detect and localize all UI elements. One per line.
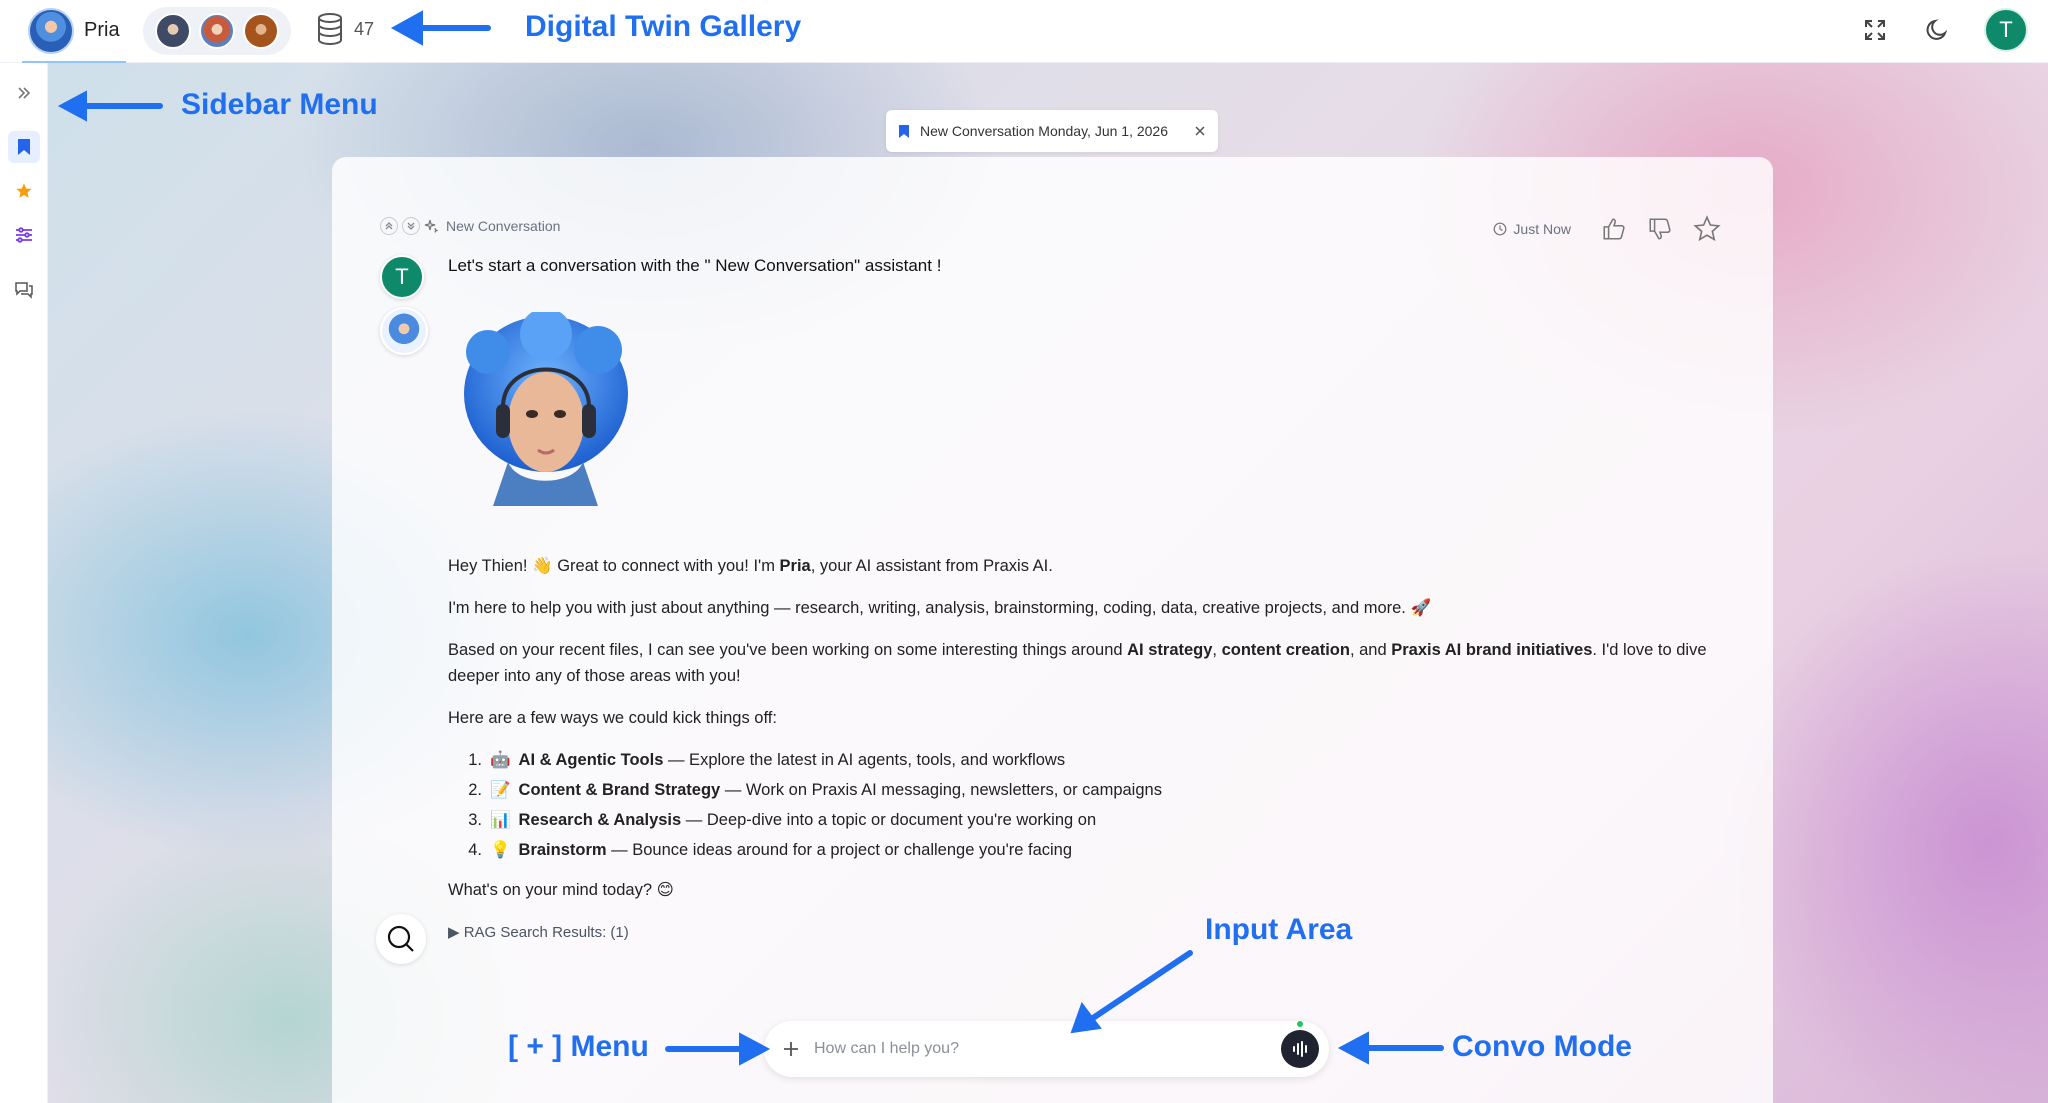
search-icon <box>387 925 414 952</box>
moon-icon <box>1926 19 1948 40</box>
sidebar-item-settings[interactable] <box>8 219 40 251</box>
star-icon[interactable] <box>1693 215 1721 243</box>
annotation-input-area: Input Area <box>1205 913 1353 946</box>
chat-icon <box>15 282 33 299</box>
chevron-down-icon <box>407 222 415 230</box>
annotation-plus-menu: [ + ] Menu <box>508 1030 649 1063</box>
close-icon[interactable] <box>1194 125 1206 137</box>
assistant-avatar <box>380 307 428 355</box>
message-time: Just Now <box>1493 221 1571 237</box>
user-message-avatar: T <box>380 255 424 299</box>
sidebar-item-favorites[interactable] <box>8 175 40 207</box>
sliders-icon <box>16 227 32 243</box>
chevron-up-icon <box>385 222 393 230</box>
sidebar-item-conversations[interactable] <box>8 274 40 306</box>
pria-avatar <box>28 7 74 54</box>
twin-thumbnail[interactable] <box>243 13 279 49</box>
assistant-portrait-image <box>464 312 628 506</box>
database-icon <box>318 13 342 46</box>
input-area <box>764 1021 1329 1077</box>
annotation-digital-twin-gallery: Digital Twin Gallery <box>525 10 802 43</box>
data-sources-button[interactable]: 47 <box>316 12 374 46</box>
top-bar: Pria 47 T <box>0 0 2048 63</box>
reply-greeting: Hey Thien! 👋 Great to connect with you! … <box>448 557 1053 575</box>
star-icon <box>16 183 32 198</box>
reply-options: 1. 🤖 AI & Agentic Tools — Explore the late… <box>448 745 1708 865</box>
annotation-sidebar-menu: Sidebar Menu <box>181 88 378 121</box>
sidebar-menu <box>0 63 48 1103</box>
chat-panel: New Conversation Just Now T Let's start … <box>332 157 1773 1103</box>
dark-mode-toggle[interactable] <box>1922 15 1952 45</box>
conversation-title: New Conversation <box>446 218 561 234</box>
message-input[interactable] <box>814 1040 1267 1058</box>
fullscreen-button[interactable] <box>1860 15 1890 45</box>
expand-icon <box>18 87 31 99</box>
reply-intro: Here are a few ways we could kick things… <box>448 709 777 727</box>
twin-thumbnail[interactable] <box>155 13 191 49</box>
thumbs-up-icon[interactable] <box>1601 216 1627 242</box>
plus-icon[interactable] <box>782 1040 800 1058</box>
user-message: Let's start a conversation with the " Ne… <box>448 256 942 275</box>
reply-closing: What's on your mind today? 😊 <box>448 881 674 899</box>
conversation-tab-label: New Conversation Monday, Jun 1, 2026 <box>920 123 1168 139</box>
reply-files: Based on your recent files, I can see yo… <box>448 641 1707 685</box>
scroll-up-button[interactable] <box>380 217 398 235</box>
reply-help: I'm here to help you with just about any… <box>448 599 1432 617</box>
sidebar-item-bookmarks[interactable] <box>8 131 40 163</box>
clock-icon <box>1494 222 1507 236</box>
twin-thumbnail[interactable] <box>199 13 235 49</box>
digital-twin-gallery[interactable] <box>143 7 291 55</box>
annotation-convo-mode: Convo Mode <box>1452 1030 1632 1063</box>
rag-search-button[interactable] <box>376 914 426 964</box>
active-twin-name: Pria <box>84 19 120 41</box>
live-indicator <box>1297 1021 1303 1027</box>
bookmark-icon <box>18 139 30 155</box>
assistant-reply: Hey Thien! 👋 Great to connect with you! … <box>448 553 1708 919</box>
conversation-tab[interactable]: New Conversation Monday, Jun 1, 2026 <box>886 110 1218 152</box>
thumbs-down-icon[interactable] <box>1647 216 1673 242</box>
list-item: 4. 💡 Brainstorm — Bounce ideas around for … <box>468 841 1073 859</box>
data-count: 47 <box>354 18 375 39</box>
audio-wave-icon <box>1293 1041 1307 1057</box>
bookmark-icon <box>899 124 909 138</box>
sparkle-icon <box>424 219 438 233</box>
convo-mode-button[interactable] <box>1281 1021 1319 1068</box>
active-twin[interactable]: Pria <box>22 0 126 63</box>
scroll-down-button[interactable] <box>402 217 420 235</box>
sidebar-expand-button[interactable] <box>8 77 40 109</box>
user-avatar[interactable]: T <box>1984 8 2028 52</box>
message-time-label: Just Now <box>1513 221 1571 237</box>
list-item: 2. 📝 Content & Brand Strategy — Work on Pr… <box>468 781 1162 799</box>
list-item: 1. 🤖 AI & Agentic Tools — Explore the late… <box>468 751 1066 769</box>
fullscreen-icon <box>1865 20 1885 40</box>
list-item: 3. 📊 Research & Analysis — Deep-dive into … <box>468 811 1097 829</box>
conversation-header: New Conversation <box>380 217 560 235</box>
rag-results-toggle[interactable]: ▶ RAG Search Results: (1) <box>448 923 629 941</box>
